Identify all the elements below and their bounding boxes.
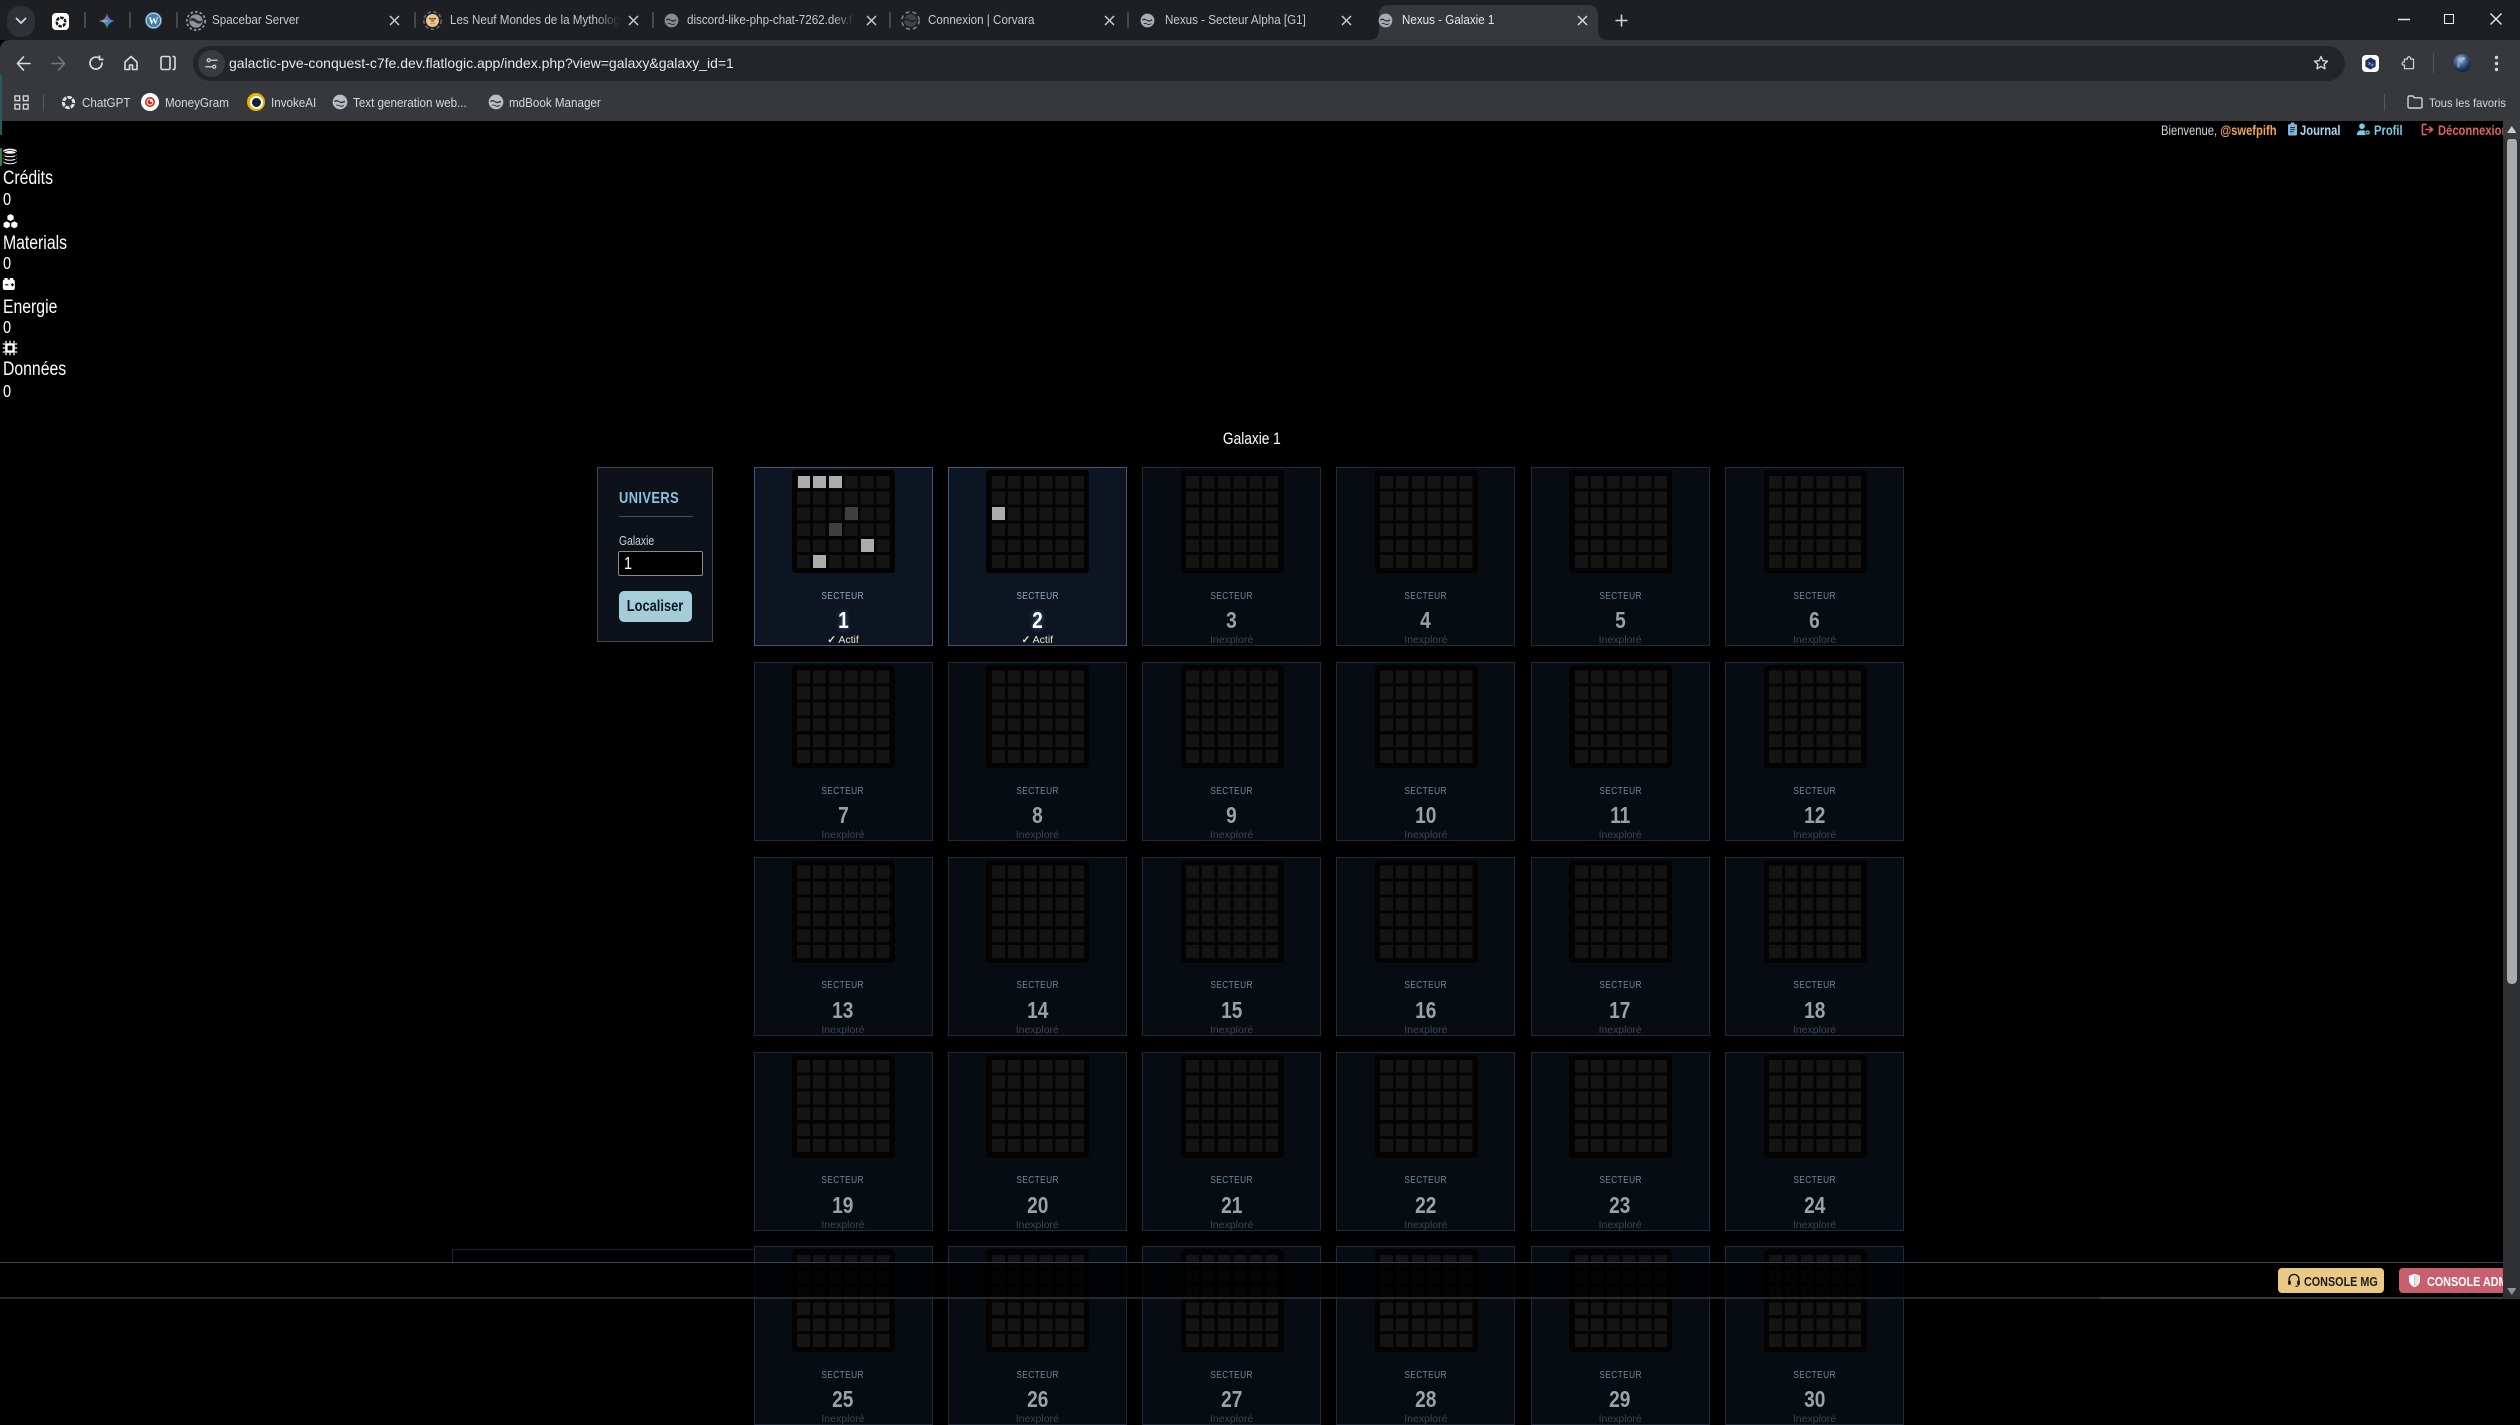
svg-text:W: W [149, 16, 159, 27]
